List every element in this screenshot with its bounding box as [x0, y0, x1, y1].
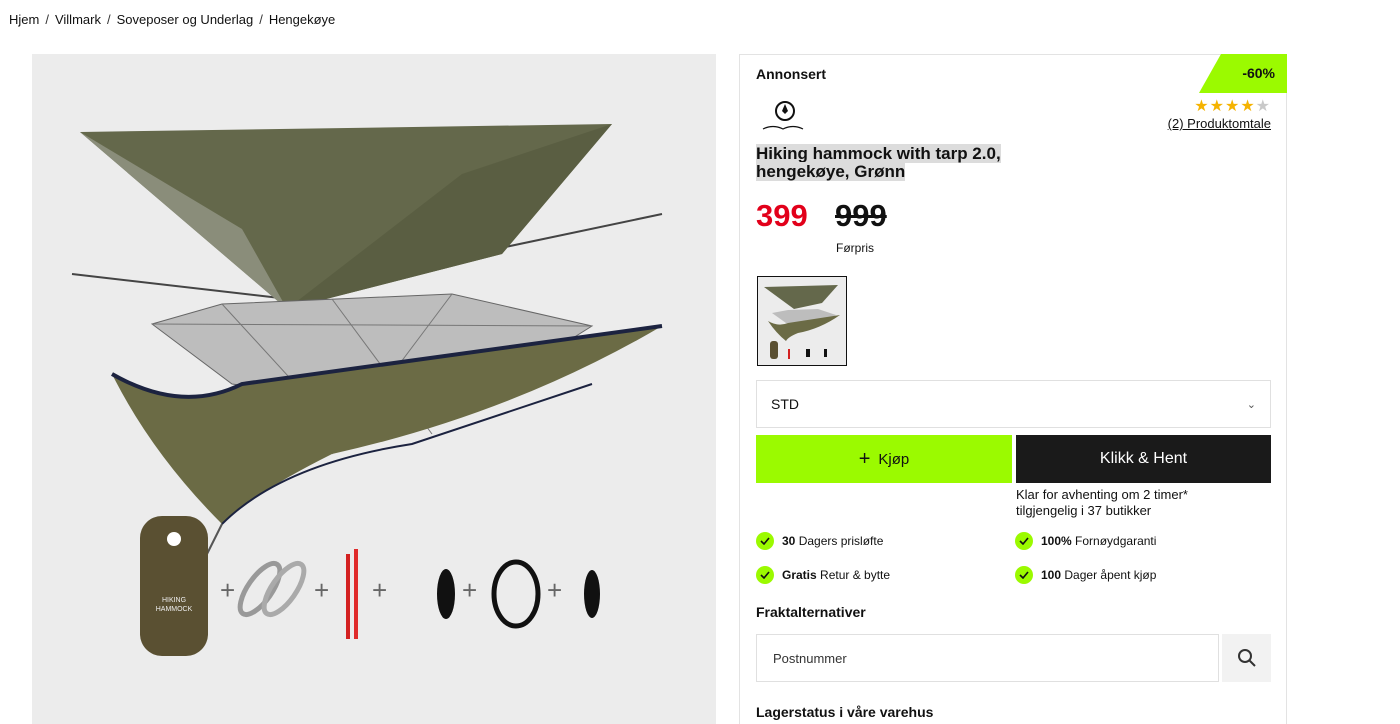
breadcrumb-separator: /: [106, 12, 111, 27]
svg-text:HAMMOCK: HAMMOCK: [156, 606, 193, 613]
breadcrumb-soveposer[interactable]: Soveposer og Underlag: [117, 12, 254, 27]
search-icon: [1237, 649, 1256, 667]
variant-selected-value: STD: [771, 396, 799, 412]
review-link[interactable]: (2) Produktomtale: [1168, 116, 1271, 131]
pickup-info: Klar for avhenting om 2 timer* tilgjenge…: [1016, 487, 1188, 519]
brand-logo[interactable]: [759, 100, 807, 134]
usp-open-purchase: 100 Dager åpent kjøp: [1015, 566, 1156, 584]
usp-bold: 100%: [1041, 534, 1072, 548]
breadcrumb-separator: /: [45, 12, 49, 27]
variant-select[interactable]: STD ⌄: [756, 380, 1271, 428]
full-stars: ★★★★: [1194, 98, 1256, 115]
usp-text: Retur & bytte: [820, 568, 891, 582]
svg-text:+: +: [220, 575, 235, 605]
product-title: Hiking hammock with tarp 2.0, hengekøye,…: [756, 144, 1056, 181]
postal-search-button[interactable]: [1222, 634, 1271, 682]
chevron-down-icon: ⌄: [1246, 398, 1256, 411]
check-icon: [1015, 566, 1033, 584]
pickup-time: Klar for avhenting om 2 timer*: [1016, 487, 1188, 502]
svg-text:+: +: [314, 575, 329, 605]
usp-free-returns: Gratis Retur & bytte: [756, 566, 890, 584]
svg-text:+: +: [462, 575, 477, 605]
product-title-line1: Hiking hammock with tarp 2.0,: [756, 144, 1001, 163]
sponsored-label: Annonsert: [756, 66, 826, 82]
pickup-stores: tilgjengelig i 37 butikker: [1016, 503, 1152, 518]
product-info-panel: Annonsert -60% ★★★★★ (2) Produktomtale H…: [739, 54, 1287, 724]
svg-text:HIKING: HIKING: [162, 597, 186, 604]
shipping-heading: Fraktalternativer: [756, 604, 866, 620]
usp-price-promise: 30 Dagers prisløfte: [756, 532, 883, 550]
breadcrumb-hengekoye[interactable]: Hengekøye: [269, 12, 335, 27]
svg-text:+: +: [372, 575, 387, 605]
click-and-collect-button[interactable]: Klikk & Hent: [1016, 435, 1271, 483]
current-price: 399: [756, 198, 808, 233]
svg-text:+: +: [547, 575, 562, 605]
usp-bold: Gratis: [782, 568, 817, 582]
product-rating: ★★★★★ (2) Produktomtale: [1168, 99, 1271, 132]
original-price-label: Førpris: [836, 241, 874, 255]
postal-code-input[interactable]: [756, 634, 1219, 682]
usp-text: Dagers prisløfte: [798, 534, 884, 548]
check-icon: [1015, 532, 1033, 550]
original-price: 999: [835, 198, 887, 233]
hammock-illustration: HIKING HAMMOCK + + + + +: [71, 124, 663, 656]
product-main-image[interactable]: HIKING HAMMOCK + + + + +: [32, 54, 716, 724]
check-icon: [756, 532, 774, 550]
stock-status-heading: Lagerstatus i våre varehus: [756, 704, 934, 720]
breadcrumb-separator: /: [259, 12, 263, 27]
usp-text: Dager åpent kjøp: [1064, 568, 1157, 582]
usp-bold: 100: [1041, 568, 1062, 582]
usp-text: Fornøydgaranti: [1075, 534, 1157, 548]
buy-button[interactable]: + Kjøp: [756, 435, 1012, 483]
product-thumbnail[interactable]: [757, 276, 847, 366]
product-title-line2: hengekøye, Grønn: [756, 162, 906, 181]
discount-badge-label: -60%: [1242, 65, 1275, 81]
breadcrumb-hjem[interactable]: Hjem: [9, 12, 39, 27]
half-star-icon: ★: [1255, 98, 1271, 115]
discount-badge: -60%: [1199, 54, 1287, 93]
plus-icon: +: [858, 448, 871, 470]
buy-button-label: Kjøp: [878, 450, 910, 468]
rating-stars-icon: ★★★★★: [1168, 99, 1271, 115]
breadcrumb-villmark[interactable]: Villmark: [55, 12, 101, 27]
usp-bold: 30: [782, 534, 796, 548]
breadcrumb: Hjem / Villmark / Soveposer og Underlag …: [9, 12, 335, 27]
usp-satisfaction: 100% Fornøydgaranti: [1015, 532, 1156, 550]
check-icon: [756, 566, 774, 584]
